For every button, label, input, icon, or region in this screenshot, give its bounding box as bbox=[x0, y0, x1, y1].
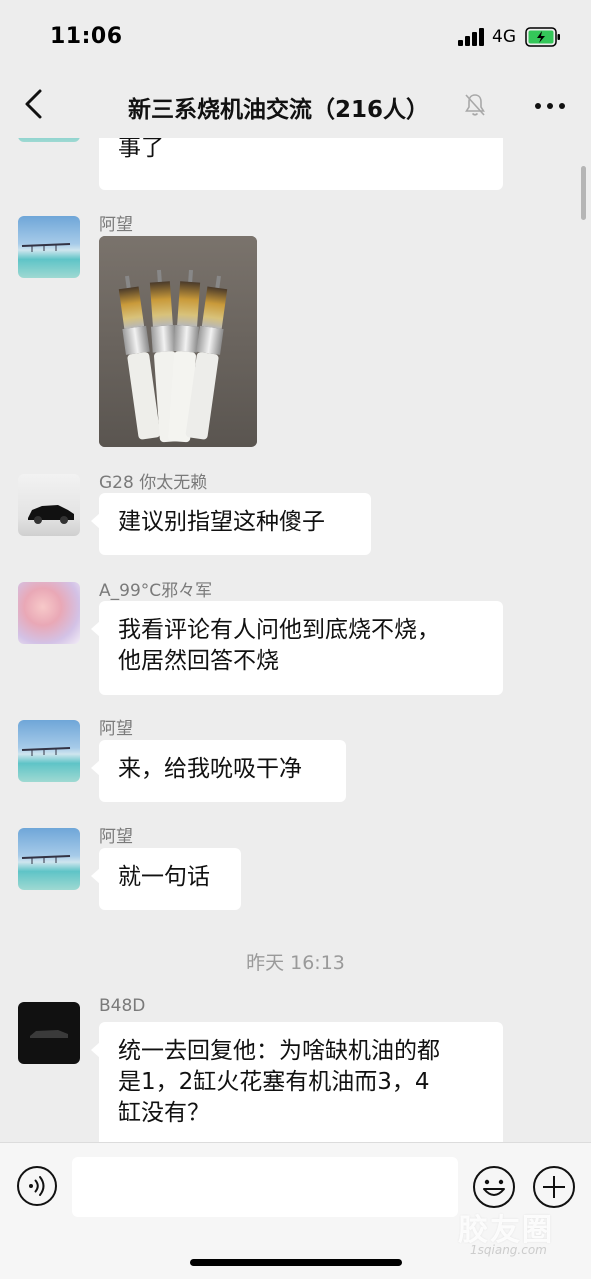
status-time: 11:06 bbox=[50, 24, 123, 49]
avatar[interactable] bbox=[18, 582, 80, 644]
message-text-line: 他居然回答不烧 bbox=[118, 648, 279, 674]
spark-plugs-photo[interactable] bbox=[99, 236, 257, 447]
avatar[interactable] bbox=[18, 216, 80, 278]
message-text-line: 统一去回复他：为啥缺机油的都 bbox=[118, 1038, 440, 1064]
dark-car-image bbox=[30, 1030, 68, 1038]
sender-name: B48D bbox=[99, 996, 146, 1016]
avatar[interactable] bbox=[18, 138, 80, 142]
sender-name: G28 你太无赖 bbox=[99, 473, 208, 493]
message-input[interactable] bbox=[72, 1157, 458, 1217]
back-button[interactable] bbox=[14, 84, 54, 124]
chat-title: 新三系烧机油交流（216人） bbox=[128, 97, 430, 123]
spark-plugs-image bbox=[99, 236, 257, 447]
network-type: 4G bbox=[492, 27, 516, 47]
pier-image bbox=[21, 747, 71, 756]
status-bar: 11:06 4G bbox=[0, 0, 591, 72]
bell-muted-icon bbox=[465, 94, 485, 116]
message-bubble[interactable]: 建议别指望这种傻子 bbox=[91, 493, 371, 555]
voice-button[interactable] bbox=[16, 1165, 58, 1207]
signal-icon bbox=[458, 28, 486, 46]
sender-name: A_99°C邪々军 bbox=[99, 581, 213, 601]
message-text-line: 缸没有？ bbox=[118, 1100, 210, 1126]
message-bubble[interactable]: 来，给我吮吸干净 bbox=[91, 740, 346, 802]
avatar[interactable] bbox=[18, 474, 80, 536]
message-text: 来，给我吮吸干净 bbox=[118, 756, 302, 782]
sender-name: 阿望 bbox=[99, 215, 133, 235]
car-image bbox=[28, 505, 74, 524]
message-text: 建议别指望这种傻子 bbox=[118, 509, 325, 535]
home-indicator[interactable] bbox=[190, 1259, 402, 1266]
message-text: 事了 bbox=[118, 138, 164, 161]
scrollbar[interactable] bbox=[581, 166, 586, 220]
more-button[interactable] bbox=[530, 86, 570, 126]
pier-image bbox=[21, 855, 71, 864]
avatar[interactable] bbox=[18, 720, 80, 782]
plus-button[interactable] bbox=[532, 1165, 576, 1209]
message-bubble[interactable]: 我看评论有人问他到底烧不烧， 他居然回答不烧 bbox=[91, 601, 503, 695]
chat-screen: 11:06 4G 新三系烧机油交流（216人） 事了 阿望 G28 你太无赖 建… bbox=[0, 0, 591, 1279]
avatar[interactable] bbox=[18, 1002, 80, 1064]
sender-name: 阿望 bbox=[99, 719, 133, 739]
sender-name: 阿望 bbox=[99, 827, 133, 847]
watermark-url: 1sqiang.com bbox=[470, 1243, 547, 1257]
message-bubble[interactable]: 统一去回复他：为啥缺机油的都 是1，2缸火花塞有机油而3，4 缸没有？ bbox=[91, 1022, 503, 1142]
input-bar: 胶友圈 1sqiang.com bbox=[0, 1142, 591, 1279]
message-list[interactable]: 事了 阿望 G28 你太无赖 建议别指望这种傻子 A_99°C邪々军 我看评论有… bbox=[0, 138, 591, 1142]
battery-icon bbox=[525, 27, 560, 47]
emoji-button[interactable] bbox=[472, 1165, 516, 1209]
nav-bar: 新三系烧机油交流（216人） bbox=[0, 72, 591, 138]
message-text-line: 我看评论有人问他到底烧不烧， bbox=[118, 617, 440, 643]
message-text: 就一句话 bbox=[118, 864, 210, 890]
pier-image bbox=[21, 243, 71, 252]
message-bubble[interactable]: 事了 bbox=[99, 138, 503, 190]
message-text-line: 是1，2缸火花塞有机油而3，4 bbox=[118, 1069, 430, 1095]
avatar[interactable] bbox=[18, 828, 80, 890]
message-bubble[interactable]: 就一句话 bbox=[91, 848, 241, 910]
time-divider: 昨天 16:13 bbox=[246, 952, 345, 974]
